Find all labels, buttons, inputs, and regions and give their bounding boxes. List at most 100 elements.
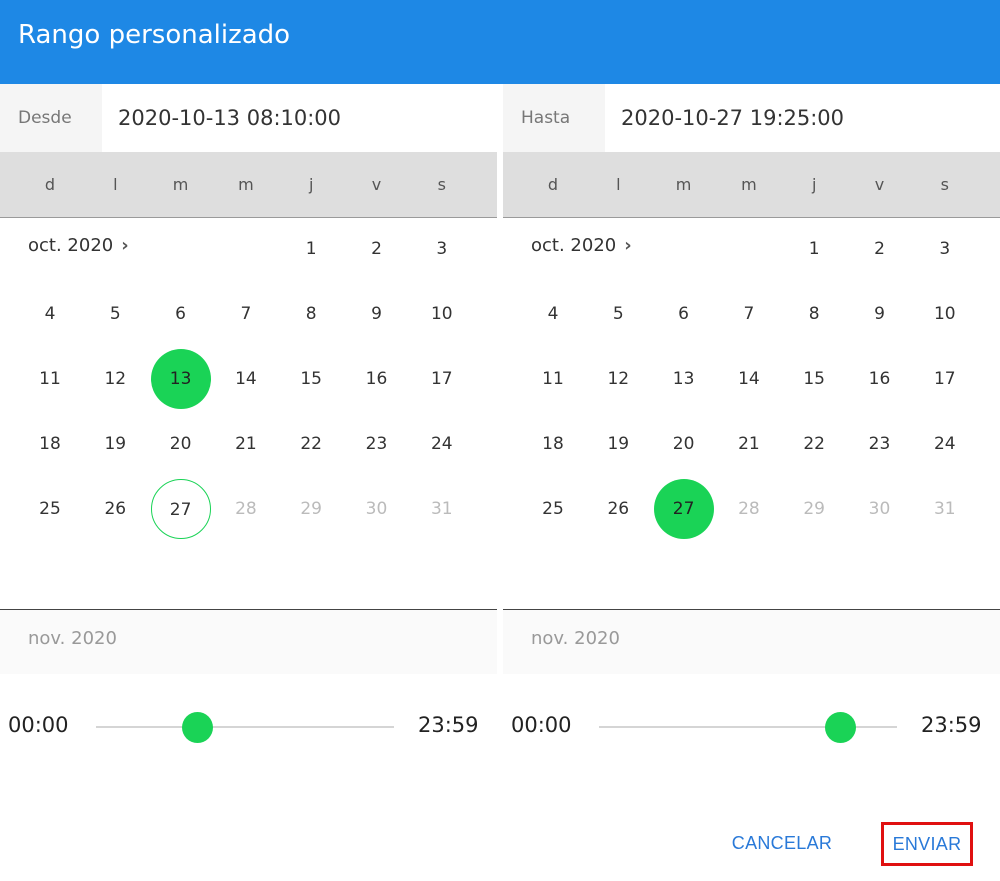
day-cell[interactable]: 3 — [915, 219, 975, 279]
day-cell[interactable]: 19 — [588, 414, 648, 474]
day-cell[interactable]: 31 — [412, 479, 472, 539]
day-cell[interactable]: 22 — [281, 414, 341, 474]
day-cell[interactable]: 27 — [653, 479, 714, 539]
cancel-button[interactable]: CANCELAR — [720, 822, 844, 866]
day-cell[interactable]: 6 — [151, 284, 211, 344]
day-cell[interactable]: 11 — [20, 349, 80, 409]
day-cell[interactable]: 26 — [85, 479, 145, 539]
day-cell[interactable]: 13 — [654, 349, 714, 409]
day-cell[interactable]: 7 — [216, 284, 276, 344]
to-time-min: 00:00 — [511, 713, 572, 737]
day-cell[interactable]: 14 — [216, 349, 276, 409]
weekday-label: d — [547, 175, 559, 194]
from-month-label[interactable]: oct. 2020 › — [28, 235, 129, 256]
to-time-slider: 00:00 23:59 — [503, 675, 1000, 775]
day-cell[interactable]: 8 — [784, 284, 844, 344]
day-cell[interactable]: 25 — [523, 479, 583, 539]
day-cell[interactable]: 20 — [151, 414, 211, 474]
day-cell[interactable]: 1 — [281, 219, 341, 279]
day-cell[interactable]: 15 — [784, 349, 844, 409]
day-cell[interactable]: 7 — [719, 284, 779, 344]
day-cell[interactable]: 20 — [654, 414, 714, 474]
day-cell[interactable]: 21 — [216, 414, 276, 474]
to-label: Hasta — [503, 84, 605, 152]
day-cell[interactable]: 16 — [850, 349, 910, 409]
to-field: Hasta — [503, 84, 1000, 152]
from-time-min: 00:00 — [8, 713, 69, 737]
to-panel: Hasta dlmmjvs oct. 2020› 123456789101112… — [503, 84, 1000, 674]
day-cell[interactable]: 1 — [784, 219, 844, 279]
day-cell[interactable]: 19 — [85, 414, 145, 474]
day-cell[interactable]: 23 — [850, 414, 910, 474]
day-cell[interactable]: 29 — [784, 479, 844, 539]
dialog-title: Rango personalizado — [0, 0, 1000, 84]
from-slider-track[interactable] — [96, 726, 394, 728]
to-next-month-label: nov. 2020 — [503, 610, 1000, 674]
day-cell[interactable]: 12 — [85, 349, 145, 409]
to-time-max: 23:59 — [921, 713, 982, 737]
day-cell[interactable]: 26 — [588, 479, 648, 539]
weekday-label: v — [371, 175, 382, 194]
from-next-month-label: nov. 2020 — [0, 610, 497, 674]
day-cell[interactable]: 14 — [719, 349, 779, 409]
day-cell[interactable]: 27 — [150, 479, 211, 539]
day-cell[interactable]: 28 — [216, 479, 276, 539]
day-cell[interactable]: 28 — [719, 479, 779, 539]
day-cell[interactable]: 30 — [347, 479, 407, 539]
to-slider-thumb[interactable] — [825, 712, 857, 743]
to-weekday-header: dlmmjvs — [503, 152, 1000, 218]
day-cell[interactable]: 21 — [719, 414, 779, 474]
to-datetime-input[interactable] — [605, 84, 1000, 152]
day-cell[interactable]: 2 — [850, 219, 910, 279]
day-cell[interactable]: 2 — [347, 219, 407, 279]
day-cell[interactable]: 5 — [85, 284, 145, 344]
day-cell[interactable]: 16 — [347, 349, 407, 409]
from-datetime-input[interactable] — [102, 84, 497, 152]
day-cell[interactable]: 18 — [20, 414, 80, 474]
day-cell[interactable]: 15 — [281, 349, 341, 409]
day-cell[interactable]: 13 — [150, 349, 211, 409]
day-cell[interactable]: 6 — [654, 284, 714, 344]
day-cell[interactable]: 23 — [347, 414, 407, 474]
day-cell[interactable]: 25 — [20, 479, 80, 539]
from-weekday-header: dlmmjvs — [0, 152, 497, 218]
day-cell[interactable]: 3 — [412, 219, 472, 279]
weekday-label: j — [811, 175, 817, 194]
weekday-label: s — [437, 175, 446, 194]
weekday-label: s — [940, 175, 949, 194]
day-cell[interactable]: 11 — [523, 349, 583, 409]
weekday-label: m — [172, 175, 189, 194]
day-cell[interactable]: 10 — [412, 284, 472, 344]
weekday-label: j — [308, 175, 314, 194]
day-cell[interactable]: 24 — [412, 414, 472, 474]
weekday-label: v — [874, 175, 885, 194]
day-cell[interactable]: 17 — [915, 349, 975, 409]
from-time-slider: 00:00 23:59 — [0, 675, 497, 775]
day-cell[interactable]: 5 — [588, 284, 648, 344]
day-cell[interactable]: 9 — [850, 284, 910, 344]
day-cell[interactable]: 22 — [784, 414, 844, 474]
submit-button[interactable]: ENVIAR — [881, 822, 973, 866]
to-month-text: oct. 2020 — [531, 235, 617, 256]
day-cell[interactable]: 31 — [915, 479, 975, 539]
day-cell[interactable]: 17 — [412, 349, 472, 409]
weekday-label: m — [741, 175, 757, 194]
day-cell[interactable]: 4 — [523, 284, 583, 344]
from-month-text: oct. 2020 — [28, 235, 114, 256]
day-cell[interactable]: 30 — [850, 479, 910, 539]
day-cell[interactable]: 18 — [523, 414, 583, 474]
day-cell[interactable]: 4 — [20, 284, 80, 344]
day-cell[interactable]: 24 — [915, 414, 975, 474]
chevron-right-icon[interactable]: › — [121, 235, 128, 256]
from-panel: Desde dlmmjvs oct. 2020› 123456789101112… — [0, 84, 497, 674]
day-cell[interactable]: 9 — [347, 284, 407, 344]
from-slider-thumb[interactable] — [182, 712, 214, 743]
day-cell[interactable]: 12 — [588, 349, 648, 409]
day-cell[interactable]: 29 — [281, 479, 341, 539]
day-cell[interactable]: 10 — [915, 284, 975, 344]
from-time-max: 23:59 — [418, 713, 479, 737]
day-cell[interactable]: 8 — [281, 284, 341, 344]
to-month-label[interactable]: oct. 2020 › — [531, 235, 632, 256]
weekday-label: l — [616, 175, 621, 194]
chevron-right-icon[interactable]: › — [624, 235, 631, 256]
